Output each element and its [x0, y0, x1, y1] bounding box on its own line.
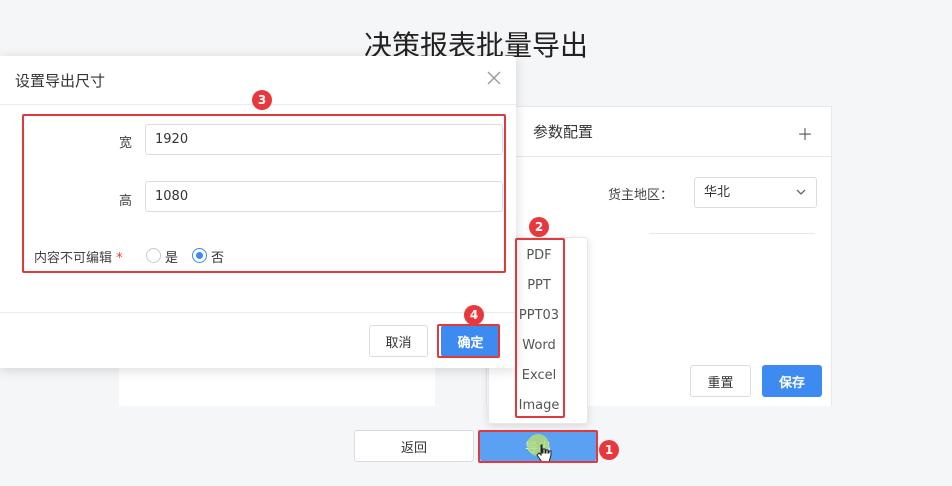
region-param-row: 货主地区： 华北	[487, 177, 831, 209]
param-divider	[649, 233, 815, 234]
step-badge-4: 4	[464, 305, 484, 325]
highlight-box-4	[437, 324, 500, 358]
region-select-value: 华北	[704, 185, 731, 200]
param-panel-header: 参数配置 ＋	[487, 107, 831, 157]
save-button[interactable]: 保存	[762, 365, 822, 397]
highlight-box-3	[22, 114, 506, 273]
step-badge-3: 3	[252, 90, 272, 110]
highlight-box-1	[478, 430, 598, 463]
cancel-button[interactable]: 取消	[369, 325, 428, 357]
chevron-down-icon	[796, 178, 806, 218]
highlight-box-2	[515, 238, 565, 418]
dialog-title: 设置导出尺寸	[15, 72, 106, 90]
dialog-footer-divider	[0, 312, 516, 313]
step-badge-1: 1	[599, 440, 619, 460]
reset-button[interactable]: 重置	[690, 365, 751, 397]
param-panel-title: 参数配置	[533, 123, 594, 141]
plus-icon[interactable]: ＋	[797, 121, 813, 145]
close-icon[interactable]	[486, 66, 502, 95]
region-select[interactable]: 华北	[694, 177, 817, 208]
region-label: 货主地区：	[607, 188, 673, 203]
back-button[interactable]: 返回	[354, 430, 474, 462]
step-badge-2: 2	[529, 217, 549, 237]
